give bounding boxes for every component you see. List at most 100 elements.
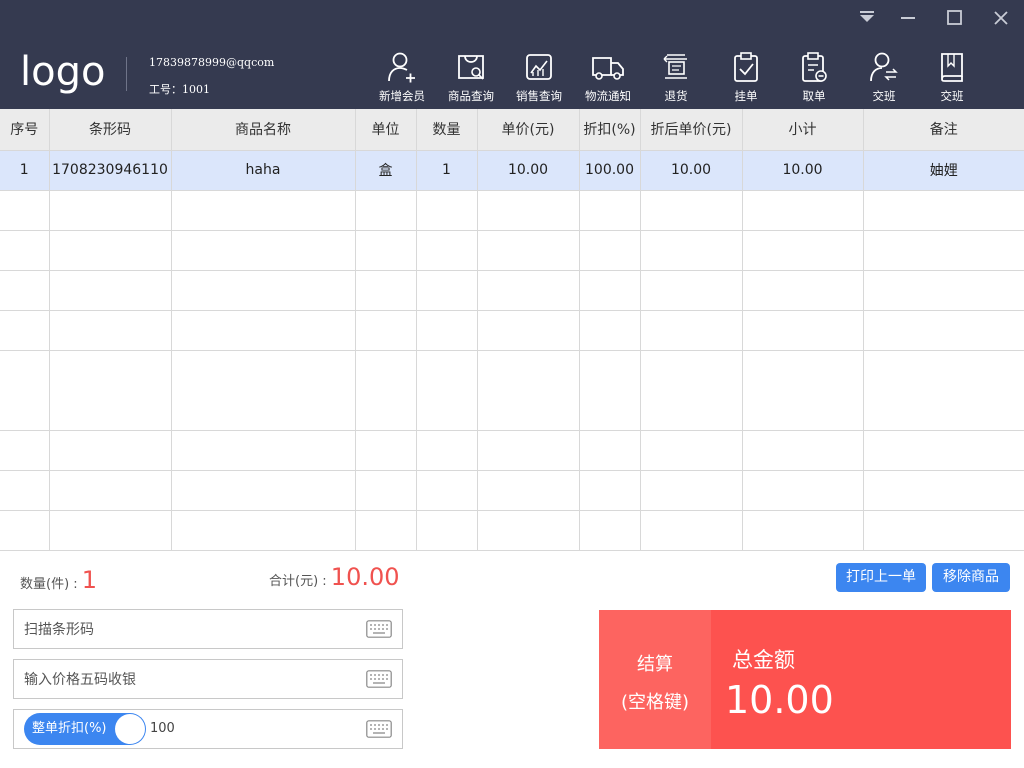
keyboard-icon[interactable] bbox=[366, 720, 392, 738]
table-cell bbox=[49, 430, 172, 471]
toolbar-handover-button[interactable]: 交班 bbox=[852, 50, 916, 103]
table-cell bbox=[416, 310, 478, 351]
empty-row[interactable] bbox=[0, 470, 1024, 511]
table-cell bbox=[355, 310, 417, 351]
table-cell bbox=[171, 470, 356, 511]
table-cell bbox=[742, 310, 864, 351]
table-cell bbox=[355, 430, 417, 471]
checkout-label: 结算 bbox=[637, 654, 673, 675]
table-cell bbox=[863, 470, 1024, 511]
maximize-icon[interactable] bbox=[944, 7, 966, 29]
column-header[interactable]: 单位 bbox=[355, 109, 417, 151]
toolbar-sales-query-button[interactable]: 销售查询 bbox=[507, 50, 571, 103]
toolbar-label: 挂单 bbox=[734, 89, 758, 103]
column-header[interactable]: 备注 bbox=[863, 109, 1024, 151]
table-cell bbox=[742, 190, 864, 231]
price-code-input[interactable] bbox=[24, 670, 354, 690]
column-header[interactable]: 折扣(%) bbox=[579, 109, 641, 151]
product-search-icon bbox=[458, 55, 484, 80]
toolbar-label: 商品查询 bbox=[448, 89, 494, 103]
discount-toggle[interactable]: 整单折扣(%) bbox=[24, 713, 146, 745]
dropdown-icon[interactable] bbox=[856, 7, 878, 29]
empty-row[interactable] bbox=[0, 510, 1024, 551]
toolbar-label: 交班 bbox=[940, 89, 964, 103]
table-cell bbox=[579, 510, 641, 551]
toolbar-return-button[interactable]: 退货 bbox=[644, 50, 708, 103]
empty-row[interactable] bbox=[0, 270, 1024, 311]
column-header[interactable]: 单价(元) bbox=[477, 109, 580, 151]
toggle-knob bbox=[115, 714, 145, 744]
table-cell bbox=[355, 270, 417, 311]
minimize-icon[interactable] bbox=[897, 7, 919, 29]
keyboard-icon[interactable] bbox=[366, 620, 392, 638]
table-cell bbox=[477, 470, 580, 511]
checkout-button[interactable]: 结算 (空格键) bbox=[599, 610, 711, 749]
table-cell bbox=[477, 310, 580, 351]
table-cell bbox=[863, 270, 1024, 311]
column-header[interactable]: 小计 bbox=[742, 109, 864, 151]
table-cell bbox=[477, 270, 580, 311]
toolbar-hold-order-button[interactable]: 挂单 bbox=[714, 50, 778, 103]
table-cell bbox=[579, 190, 641, 231]
table-cell bbox=[0, 190, 50, 231]
toolbar-label: 退货 bbox=[664, 89, 688, 103]
remove-item-button[interactable]: 移除商品 bbox=[932, 563, 1010, 592]
table-cell bbox=[416, 350, 478, 431]
table-row[interactable]: 1 1708230946110 haha 盒 1 10.00 100.00 10.00 10.0… bbox=[0, 150, 1024, 191]
table-cell bbox=[579, 310, 641, 351]
toolbar-label: 销售查询 bbox=[516, 89, 562, 103]
empty-row[interactable] bbox=[0, 310, 1024, 351]
retrieve-order-icon bbox=[802, 52, 827, 82]
toolbar-product-search-button[interactable]: 商品查询 bbox=[439, 50, 503, 103]
hold-order-icon bbox=[734, 52, 758, 82]
table-cell: 10.00 bbox=[477, 150, 580, 191]
table-cell bbox=[0, 230, 50, 271]
empty-row[interactable] bbox=[0, 430, 1024, 471]
toolbar-add-member-button[interactable]: 新增会员 bbox=[370, 50, 434, 103]
table-cell: 妯娌 bbox=[863, 150, 1024, 191]
column-header[interactable]: 序号 bbox=[0, 109, 50, 151]
truck-icon bbox=[592, 57, 624, 80]
barcode-input[interactable] bbox=[24, 620, 354, 640]
table-cell bbox=[355, 510, 417, 551]
order-table: 序号 条形码 商品名称 单位 数量 单价(元) 折扣(%) 折后单价(元) 小计 备注 1 1708… bbox=[0, 109, 1024, 551]
table-cell bbox=[49, 270, 172, 311]
total-amount-value: 10.00 bbox=[725, 678, 834, 722]
print-last-button[interactable]: 打印上一单 bbox=[836, 563, 926, 592]
table-cell bbox=[171, 510, 356, 551]
toolbar-logistics-button[interactable]: 物流通知 bbox=[576, 50, 640, 103]
empty-row[interactable] bbox=[0, 350, 1024, 431]
table-cell bbox=[171, 430, 356, 471]
toolbar-retrieve-order-button[interactable]: 取单 bbox=[782, 50, 846, 103]
empty-row[interactable] bbox=[0, 190, 1024, 231]
table-cell bbox=[49, 350, 172, 431]
table-cell bbox=[863, 350, 1024, 431]
keyboard-icon[interactable] bbox=[366, 670, 392, 688]
table-cell bbox=[0, 510, 50, 551]
table-cell bbox=[477, 510, 580, 551]
empty-row[interactable] bbox=[0, 230, 1024, 271]
table-cell: haha bbox=[171, 150, 356, 191]
user-email: 17839878999@qqcom bbox=[149, 56, 275, 69]
table-cell bbox=[579, 470, 641, 511]
checkout-hint: (空格键) bbox=[620, 692, 690, 713]
table-cell bbox=[742, 270, 864, 311]
column-header[interactable]: 折后单价(元) bbox=[640, 109, 743, 151]
table-cell bbox=[640, 190, 743, 231]
column-header[interactable]: 条形码 bbox=[49, 109, 172, 151]
table-cell bbox=[579, 350, 641, 431]
table-cell bbox=[742, 510, 864, 551]
table-body: 1 1708230946110 haha 盒 1 10.00 100.00 10.00 10.0… bbox=[0, 150, 1024, 551]
close-icon[interactable] bbox=[990, 7, 1012, 29]
column-header[interactable]: 数量 bbox=[416, 109, 478, 151]
price-code-field bbox=[13, 659, 403, 699]
toolbar-shift-button[interactable]: 交班 bbox=[920, 50, 984, 103]
book-icon bbox=[941, 53, 963, 82]
discount-value[interactable]: 100 bbox=[150, 721, 175, 736]
column-header[interactable]: 商品名称 bbox=[171, 109, 356, 151]
table-cell bbox=[0, 310, 50, 351]
table-cell bbox=[49, 470, 172, 511]
toolbar-label: 取单 bbox=[802, 89, 826, 103]
employee-id: 工号：1001 bbox=[149, 83, 210, 96]
toolbar-label: 物流通知 bbox=[585, 89, 631, 103]
